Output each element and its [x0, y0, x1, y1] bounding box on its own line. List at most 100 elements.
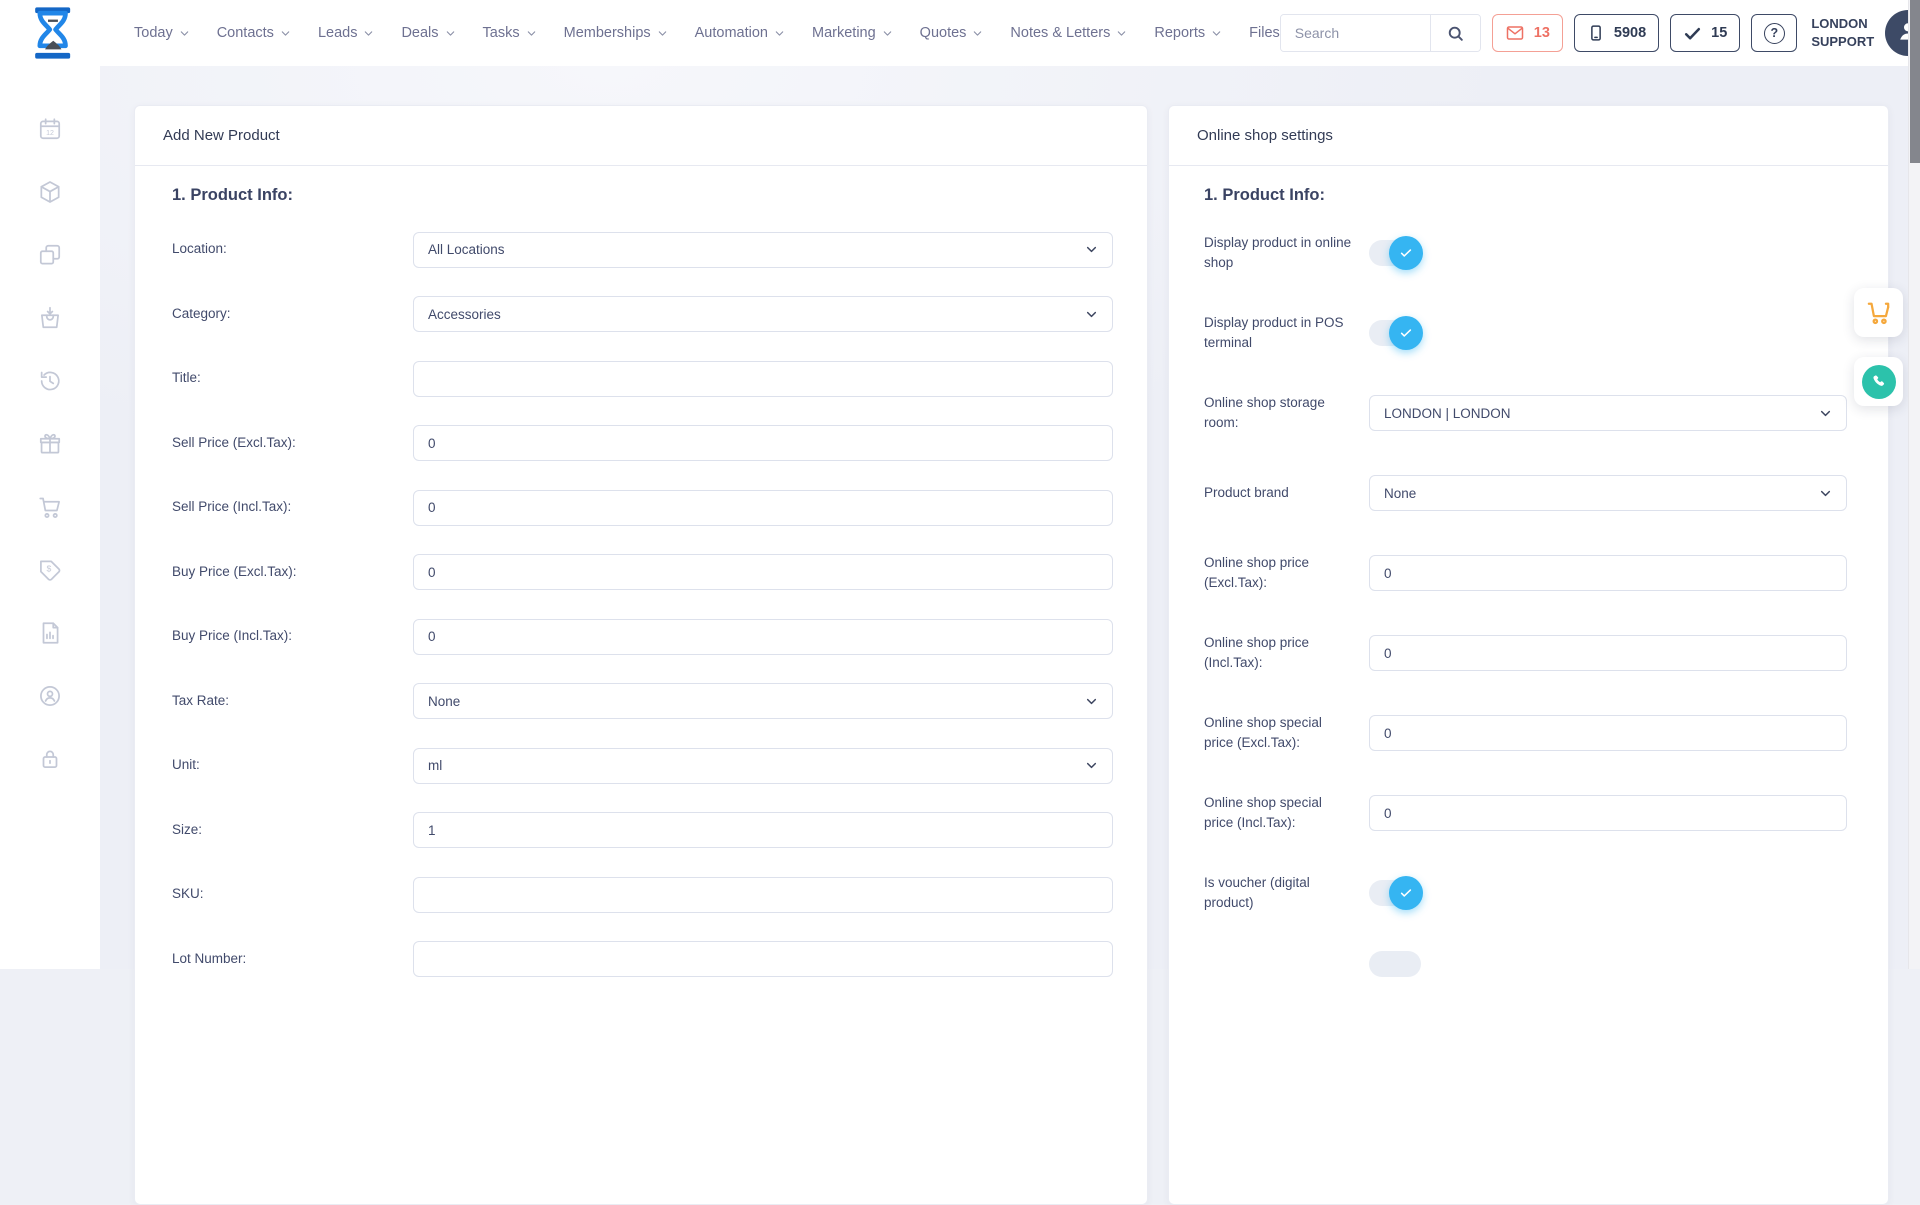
vertical-scrollbar[interactable] — [1908, 0, 1920, 969]
sidebar-item-report[interactable] — [37, 620, 63, 646]
nav-item-contacts[interactable]: Contacts — [217, 25, 291, 41]
search-input[interactable] — [1281, 15, 1430, 51]
nav-item-files[interactable]: Files — [1249, 25, 1280, 41]
app-logo-hourglass-icon[interactable] — [27, 5, 83, 61]
chevron-down-icon — [1819, 487, 1832, 500]
chevron-down-icon — [1085, 243, 1098, 256]
field-row-buy-price-incl-tax: Buy Price (Incl.Tax): — [172, 618, 1113, 655]
nav-item-marketing[interactable]: Marketing — [812, 25, 893, 41]
lock-icon — [37, 746, 63, 772]
nav-item-memberships[interactable]: Memberships — [564, 25, 668, 41]
indicator-count: 13 — [1534, 25, 1550, 41]
cart-icon — [1865, 299, 1892, 326]
tasks-done-indicator[interactable]: 15 — [1670, 14, 1740, 52]
sidebar-item-support[interactable] — [37, 683, 63, 709]
category-select[interactable]: Accessories — [413, 296, 1113, 332]
online-shop-price-excl-tax-input[interactable] — [1369, 555, 1847, 591]
chevron-down-icon — [1085, 308, 1098, 321]
svg-text:12: 12 — [46, 130, 54, 137]
title-input[interactable] — [413, 361, 1113, 397]
online-shop-form: Display product in online shopDisplay pr… — [1204, 231, 1847, 915]
partial-toggle[interactable] — [1369, 951, 1421, 977]
toggle-checkmark-icon — [1389, 316, 1423, 350]
online-shop-special-price-incl-tax-input[interactable] — [1369, 795, 1847, 831]
product-brand-select[interactable]: None — [1369, 475, 1847, 511]
sidebar-item-lock[interactable] — [37, 746, 63, 772]
checkmark-icon — [1683, 24, 1702, 43]
sidebar-item-copy[interactable] — [37, 242, 63, 268]
field-control: ml — [413, 748, 1113, 784]
envelope-icon — [1505, 23, 1525, 43]
buy-price-incl-tax-input[interactable] — [413, 619, 1113, 655]
nav-item-deals[interactable]: Deals — [401, 25, 455, 41]
user-name[interactable]: LONDON SUPPORT — [1811, 15, 1874, 50]
field-control — [413, 877, 1113, 913]
online-shop-storage-room-select[interactable]: LONDON | LONDON — [1369, 395, 1847, 431]
nav-item-quotes[interactable]: Quotes — [920, 25, 984, 41]
title-label: Title: — [172, 368, 413, 388]
sidebar: 12 $ — [0, 66, 100, 969]
messages-indicator[interactable]: 13 — [1492, 14, 1563, 52]
field-control — [413, 361, 1113, 397]
tax-rate-select[interactable]: None — [413, 683, 1113, 719]
field-control — [1369, 635, 1847, 671]
sidebar-item-price-tag[interactable]: $ — [37, 557, 63, 583]
select-value: LONDON | LONDON — [1384, 406, 1511, 421]
sidebar-item-gift[interactable] — [37, 431, 63, 457]
nav-item-reports[interactable]: Reports — [1154, 25, 1222, 41]
chevron-down-icon — [179, 28, 190, 39]
online-shop-price-incl-tax-input[interactable] — [1369, 635, 1847, 671]
add-product-form: Location:All LocationsCategory:Accessori… — [172, 231, 1113, 978]
toggle-checkmark-icon — [1389, 876, 1423, 910]
field-row-size: Size: — [172, 812, 1113, 849]
scrollbar-thumb[interactable] — [1910, 0, 1920, 163]
sell-price-incl-tax-input[interactable] — [413, 490, 1113, 526]
unit-label: Unit: — [172, 755, 413, 775]
section-heading: 1. Product Info: — [172, 186, 1113, 205]
sidebar-item-package[interactable] — [37, 179, 63, 205]
nav-item-today[interactable]: Today — [134, 25, 190, 41]
field-row-online-shop-special-price-incl-tax: Online shop special price (Incl.Tax): — [1204, 791, 1847, 835]
field-control — [1369, 880, 1847, 906]
search-icon[interactable] — [1430, 15, 1480, 51]
field-row-buy-price-excl-tax: Buy Price (Excl.Tax): — [172, 554, 1113, 591]
shop-cart-float-button[interactable] — [1854, 288, 1903, 337]
call-float-button[interactable] — [1854, 357, 1903, 406]
nav-item-notes-letters[interactable]: Notes & Letters — [1010, 25, 1127, 41]
field-control — [413, 812, 1113, 848]
help-button[interactable]: ? — [1751, 14, 1797, 52]
sell-price-excl-tax-input[interactable] — [413, 425, 1113, 461]
nav-item-label: Notes & Letters — [1010, 25, 1110, 41]
unit-select[interactable]: ml — [413, 748, 1113, 784]
sku-input[interactable] — [413, 877, 1113, 913]
nav-item-automation[interactable]: Automation — [695, 25, 785, 41]
field-control: Accessories — [413, 296, 1113, 332]
sidebar-item-history[interactable] — [37, 368, 63, 394]
svg-text:$: $ — [47, 564, 52, 574]
panel-title: Online shop settings — [1169, 106, 1888, 166]
sidebar-item-calendar[interactable]: 12 — [37, 116, 63, 142]
display-in-pos-terminal-toggle[interactable] — [1369, 320, 1421, 346]
lot-number-input[interactable] — [413, 941, 1113, 977]
chevron-down-icon — [1085, 695, 1098, 708]
location-select[interactable]: All Locations — [413, 232, 1113, 268]
display-in-online-shop-toggle[interactable] — [1369, 240, 1421, 266]
sidebar-item-cart[interactable] — [37, 494, 63, 520]
nav-item-label: Memberships — [564, 25, 651, 41]
buy-price-excl-tax-label: Buy Price (Excl.Tax): — [172, 562, 413, 582]
online-shop-special-price-excl-tax-input[interactable] — [1369, 715, 1847, 751]
calls-indicator[interactable]: 5908 — [1574, 14, 1659, 52]
nav-item-tasks[interactable]: Tasks — [483, 25, 537, 41]
field-control: All Locations — [413, 232, 1113, 268]
field-row-is-voucher-digital-product: Is voucher (digital product) — [1204, 871, 1847, 915]
field-control: None — [413, 683, 1113, 719]
buy-price-excl-tax-input[interactable] — [413, 554, 1113, 590]
field-row-location: Location:All Locations — [172, 231, 1113, 268]
is-voucher-digital-product-toggle[interactable] — [1369, 880, 1421, 906]
nav-item-label: Quotes — [920, 25, 967, 41]
sell-price-incl-tax-label: Sell Price (Incl.Tax): — [172, 497, 413, 517]
sidebar-item-shopping-bag[interactable] — [37, 305, 63, 331]
size-input[interactable] — [413, 812, 1113, 848]
nav-item-leads[interactable]: Leads — [318, 25, 375, 41]
field-control — [413, 425, 1113, 461]
